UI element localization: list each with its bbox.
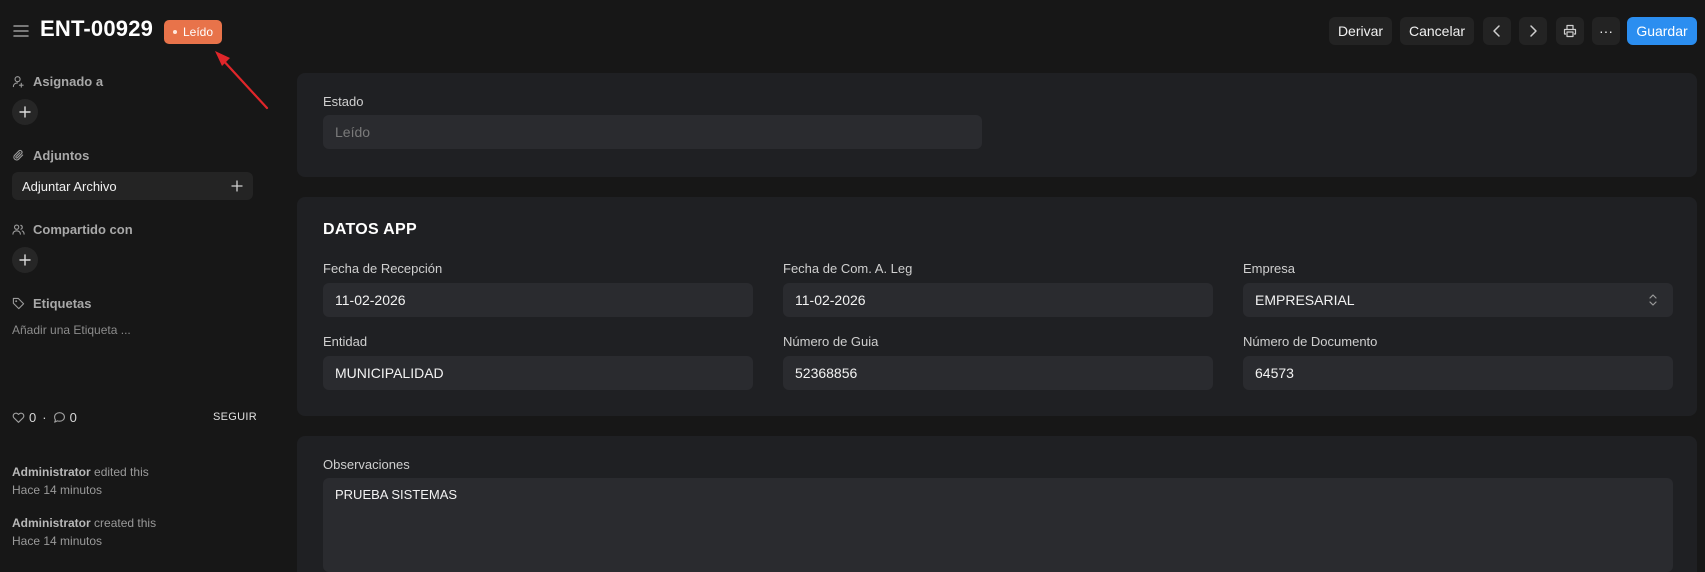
menu-icon[interactable] xyxy=(12,22,30,40)
printer-icon xyxy=(1563,24,1577,38)
plus-icon xyxy=(19,106,31,118)
empresa-value: EMPRESARIAL xyxy=(1255,292,1355,308)
fecha-com-field[interactable]: 11-02-2026 xyxy=(783,283,1213,317)
more-options-button[interactable]: ··· xyxy=(1592,17,1620,45)
attach-file-button[interactable]: Adjuntar Archivo xyxy=(12,172,253,200)
numero-guia-field[interactable]: 52368856 xyxy=(783,356,1213,390)
estado-field: Leído xyxy=(323,115,982,149)
tags-label: Etiquetas xyxy=(12,296,92,311)
follow-button[interactable]: SEGUIR xyxy=(213,411,257,423)
activity-item: Administrator created this Hace 14 minut… xyxy=(12,514,156,550)
engagement-stats: 0 · 0 xyxy=(12,410,77,425)
observaciones-label: Observaciones xyxy=(323,457,410,472)
add-assignee-button[interactable] xyxy=(12,99,38,125)
likes-count: 0 xyxy=(29,410,37,425)
users-icon xyxy=(12,224,25,235)
comment-icon xyxy=(53,412,65,423)
add-tag-link[interactable]: Añadir una Etiqueta ... xyxy=(12,323,131,337)
cancelar-button[interactable]: Cancelar xyxy=(1400,17,1474,45)
print-button[interactable] xyxy=(1556,17,1584,45)
chevron-up-down-icon xyxy=(1649,294,1657,306)
heart-icon xyxy=(12,412,25,423)
likes-stat[interactable]: 0 xyxy=(12,410,36,425)
activity-user: Administrator xyxy=(12,465,91,479)
empresa-label: Empresa xyxy=(1243,261,1296,276)
observaciones-textarea[interactable]: PRUEBA SISTEMAS xyxy=(323,478,1673,572)
derivar-button[interactable]: Derivar xyxy=(1329,17,1392,45)
numero-documento-field[interactable]: 64573 xyxy=(1243,356,1673,390)
empresa-select[interactable]: EMPRESARIAL xyxy=(1243,283,1673,317)
chevron-left-icon xyxy=(1493,25,1500,37)
user-add-icon xyxy=(12,76,24,88)
activity-time: Hace 14 minutos xyxy=(12,483,103,497)
activity-time: Hace 14 minutos xyxy=(12,534,103,548)
status-badge: Leído xyxy=(164,20,223,44)
plus-icon xyxy=(19,254,31,266)
fecha-recepcion-label: Fecha de Recepción xyxy=(323,261,443,276)
numero-guia-label: Número de Guia xyxy=(783,334,879,349)
activity-action: created this xyxy=(94,516,157,530)
comments-stat[interactable]: 0 xyxy=(53,410,77,425)
status-badge-label: Leído xyxy=(183,25,214,39)
annotation-arrow-icon xyxy=(215,51,269,110)
next-button[interactable] xyxy=(1519,17,1547,45)
previous-button[interactable] xyxy=(1483,17,1511,45)
fecha-recepcion-field[interactable]: 11-02-2026 xyxy=(323,283,753,317)
attach-file-label: Adjuntar Archivo xyxy=(22,178,117,194)
numero-documento-label: Número de Documento xyxy=(1243,334,1378,349)
entidad-label: Entidad xyxy=(323,334,368,349)
activity-item: Administrator edited this Hace 14 minuto… xyxy=(12,463,149,499)
stats-separator: · xyxy=(42,410,47,425)
fecha-com-label: Fecha de Com. A. Leg xyxy=(783,261,913,276)
entidad-field[interactable]: MUNICIPALIDAD xyxy=(323,356,753,390)
page-title: ENT-00929 xyxy=(40,16,154,41)
shared-with-label: Compartido con xyxy=(12,222,133,237)
chevron-right-icon xyxy=(1530,25,1537,37)
estado-label: Estado xyxy=(323,94,364,109)
add-share-button[interactable] xyxy=(12,247,38,273)
tag-icon xyxy=(12,297,25,310)
guardar-button[interactable]: Guardar xyxy=(1627,17,1697,45)
plus-icon xyxy=(231,180,243,192)
activity-action: edited this xyxy=(94,465,149,479)
comments-count: 0 xyxy=(69,410,77,425)
assigned-to-label: Asignado a xyxy=(12,74,103,89)
paperclip-icon xyxy=(13,149,24,161)
section-title: DATOS APP xyxy=(323,221,417,238)
status-dot-icon xyxy=(173,30,177,34)
attachments-label: Adjuntos xyxy=(12,148,89,163)
activity-user: Administrator xyxy=(12,516,91,530)
